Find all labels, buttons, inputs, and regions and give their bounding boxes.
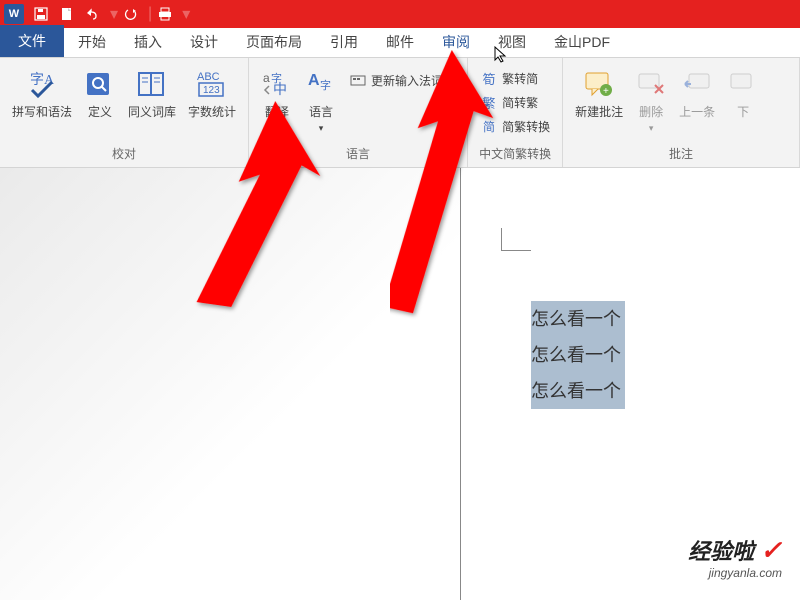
new-comment-button[interactable]: + 新建批注 <box>569 62 629 123</box>
new-comment-label: 新建批注 <box>575 105 623 120</box>
svg-text:ABC: ABC <box>197 71 220 83</box>
tab-view[interactable]: 视图 <box>484 27 540 57</box>
simp-to-trad-button[interactable]: 繁 简转繁 <box>474 90 556 114</box>
tab-insert[interactable]: 插入 <box>120 27 176 57</box>
separator: | <box>148 5 152 23</box>
tab-home[interactable]: 开始 <box>64 27 120 57</box>
separator: ▾ <box>110 4 118 24</box>
prev-label: 上一条 <box>679 105 715 120</box>
trad-icon: 繁 <box>480 93 498 111</box>
doc-line[interactable]: 怎么看一个 <box>531 301 625 337</box>
svg-text:字A: 字A <box>30 72 55 88</box>
ribbon-group-proofing: 字A 拼写和语法 定义 同义词库 ABC 123 字数统计 <box>0 58 249 167</box>
tab-references[interactable]: 引用 <box>316 27 372 57</box>
svg-text:a: a <box>263 71 270 85</box>
doc-line[interactable]: 怎么看一个 <box>531 337 625 373</box>
ime-update-button[interactable]: 更新输入法词典 <box>343 68 461 92</box>
define-label: 定义 <box>88 105 112 120</box>
tab-review[interactable]: 审阅 <box>428 27 484 57</box>
new-doc-icon[interactable] <box>56 3 78 25</box>
thesaurus-button[interactable]: 同义词库 <box>122 62 182 123</box>
check-icon: ✓ <box>760 535 782 565</box>
translate-label: 翻译▾ <box>265 105 289 136</box>
ribbon-group-language: a字中 翻译▾ A字 语言▾ 更新输入法词典 语言 <box>249 58 468 167</box>
svg-text:+: + <box>603 86 609 97</box>
wordcount-button[interactable]: ABC 123 字数统计 <box>182 62 242 123</box>
doc-line[interactable]: 怎么看一个 <box>531 373 625 409</box>
thesaurus-icon <box>137 65 167 103</box>
word-app-icon: W <box>4 4 24 24</box>
define-button[interactable]: 定义 <box>78 62 122 123</box>
document-selected-text[interactable]: 怎么看一个 怎么看一个 怎么看一个 <box>531 301 625 409</box>
new-comment-icon: + <box>584 65 614 103</box>
ribbon-group-comments: + 新建批注 删除▾ 上一条 下 <box>563 58 800 167</box>
delete-comment-icon <box>637 65 665 103</box>
spelling-button[interactable]: 字A 拼写和语法 <box>6 62 78 123</box>
spelling-label: 拼写和语法 <box>12 105 72 120</box>
watermark-text: 经验啦 ✓ <box>688 534 782 566</box>
tab-mailings[interactable]: 邮件 <box>372 27 428 57</box>
simp-to-trad-label: 简转繁 <box>502 94 538 111</box>
delete-comment-label: 删除▾ <box>639 105 663 136</box>
background-gradient <box>0 168 460 600</box>
simp-icon: 筍 <box>480 69 498 87</box>
translate-button[interactable]: a字中 翻译▾ <box>255 62 299 139</box>
save-icon[interactable] <box>30 3 52 25</box>
prev-comment-button[interactable]: 上一条 <box>673 62 721 123</box>
language-group-label: 语言 <box>255 142 461 165</box>
convert-icon: 简 <box>480 117 498 135</box>
tab-layout[interactable]: 页面布局 <box>232 27 316 57</box>
tab-design[interactable]: 设计 <box>176 27 232 57</box>
define-icon <box>85 65 115 103</box>
prev-icon <box>683 65 711 103</box>
thesaurus-label: 同义词库 <box>128 105 176 120</box>
chinese-group-label: 中文简繁转换 <box>474 142 556 165</box>
comments-group-label: 批注 <box>569 142 793 165</box>
undo-icon[interactable] <box>82 3 104 25</box>
tab-pdf[interactable]: 金山PDF <box>540 27 624 57</box>
proofing-group-label: 校对 <box>6 142 242 165</box>
ime-label: 更新输入法词典 <box>371 72 455 89</box>
watermark-url: jingyanla.com <box>688 566 782 580</box>
ribbon-tabs: 文件 开始 插入 设计 页面布局 引用 邮件 审阅 视图 金山PDF <box>0 28 800 58</box>
spelling-icon: 字A <box>26 65 58 103</box>
print-icon[interactable] <box>154 3 176 25</box>
next-label: 下 <box>737 105 749 120</box>
svg-text:A: A <box>308 72 320 89</box>
next-icon <box>729 65 757 103</box>
svg-text:123: 123 <box>203 85 220 96</box>
title-bar: W ▾ | ▾ <box>0 0 800 28</box>
language-button[interactable]: A字 语言▾ <box>299 62 343 139</box>
translate-icon: a字中 <box>261 65 293 103</box>
language-label: 语言▾ <box>309 105 333 136</box>
wordcount-label: 字数统计 <box>188 105 236 120</box>
redo-icon[interactable] <box>120 3 142 25</box>
ribbon-group-chinese: 筍 繁转简 繁 简转繁 简 简繁转换 中文简繁转换 <box>468 58 563 167</box>
svg-text:中: 中 <box>273 81 287 97</box>
separator: ▾ <box>182 4 190 24</box>
delete-comment-button[interactable]: 删除▾ <box>629 62 673 139</box>
trad-to-simp-label: 繁转简 <box>502 70 538 87</box>
ime-icon <box>349 71 367 89</box>
next-comment-button[interactable]: 下 <box>721 62 765 123</box>
svg-text:字: 字 <box>320 78 331 92</box>
language-icon: A字 <box>306 65 336 103</box>
watermark: 经验啦 ✓ jingyanla.com <box>688 534 782 580</box>
trad-to-simp-button[interactable]: 筍 繁转简 <box>474 66 556 90</box>
convert-button[interactable]: 简 简繁转换 <box>474 114 556 138</box>
ribbon: 字A 拼写和语法 定义 同义词库 ABC 123 字数统计 <box>0 58 800 168</box>
wordcount-icon: ABC 123 <box>195 65 229 103</box>
tab-file[interactable]: 文件 <box>0 25 64 57</box>
convert-label: 简繁转换 <box>502 118 550 135</box>
